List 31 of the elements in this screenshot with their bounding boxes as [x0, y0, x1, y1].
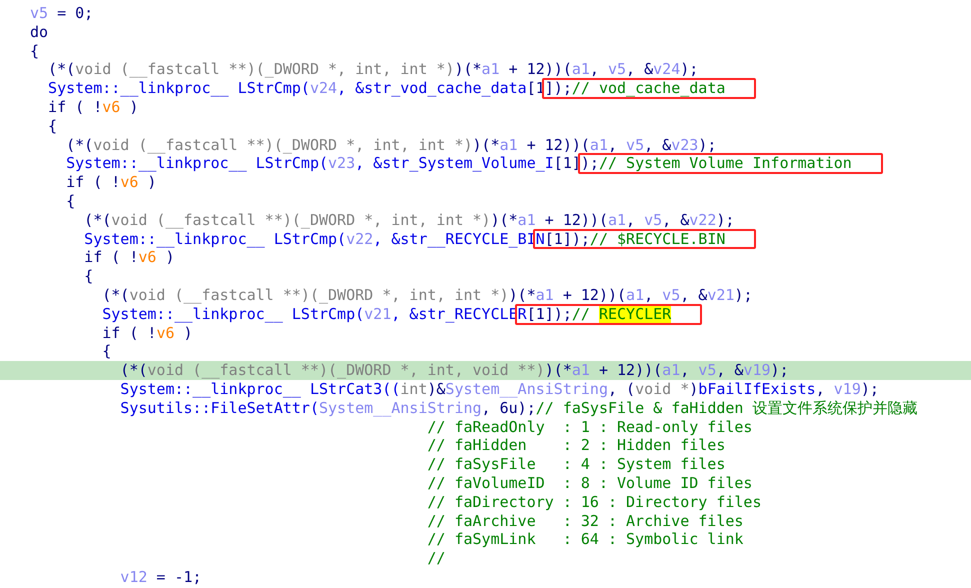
code-line: System::__linkproc__ LStrCmp(v21, &str_RECYCLE R[1]);// RECYCLER: [101, 304, 672, 323]
code-line: if ( !v6 ): [47, 98, 138, 116]
code-line: // faSymLink : 64 : Symbolic link: [426, 530, 744, 548]
code-line: v12 = -1;: [119, 568, 202, 586]
code-line: Sysutils::FileSetAttr(System__AnsiString, 6u);// faSysFile & faHidden 设置文件系统保护并隐藏: [119, 398, 918, 417]
code-line: do: [30, 22, 48, 41]
code-line: System::__linkproc__ LStrCmp(v24, &str_vod_cache_data[1]);// vod_cache_data: [47, 79, 726, 98]
code-line: // faSysFile : 4 : System files: [426, 455, 726, 474]
code-line: {: [83, 267, 94, 286]
code-line: (*(void (__fastcall **)(_DWORD *, int, int *))(*a1 + 12))(a1, v5, &v21);: [101, 286, 752, 304]
code-line: {: [47, 116, 58, 135]
code-line: System::__linkproc__ LStrCmp(v22, &str__RECYCLE_BI N[1]);// $RECYCLE.BIN: [83, 230, 726, 248]
code-line: {: [65, 192, 76, 210]
code-line: v5 = 0;: [30, 4, 94, 22]
code-line: //: [426, 549, 446, 568]
code-line: {: [101, 342, 112, 360]
code-line: // faVolumeID : 8 : Volume ID files: [426, 474, 752, 492]
code-line: (*(void (__fastcall **)(_DWORD *, int, int *))(*a1 + 12))(a1, v5, &v22);: [83, 210, 734, 229]
code-line: {: [30, 42, 40, 60]
code-line: System::__linkproc__ LStrCat3((int)&System__AnsiString, (void *)bFailIfExists, v19);: [119, 380, 879, 398]
code-line: if ( !v6 ): [101, 324, 193, 342]
code-line: (*(void (__fastcall **)(_DWORD *, int, void **))(*a1 + 12))(a1, v5, &v19);: [119, 361, 789, 380]
code-line: if ( !v6 ): [65, 173, 156, 192]
code-line: // faReadOnly : 1 : Read-only files: [426, 418, 752, 436]
code-line: (*(void (__fastcall **)(_DWORD *, int, int *))(*a1 + 12))(a1, v5, &v23);: [65, 136, 716, 154]
code-line: // faHidden : 2 : Hidden files: [426, 436, 726, 454]
code-line: (*(void (__fastcall **)(_DWORD *, int, int *))(*a1 + 12))(a1, v5, &v24);: [47, 60, 698, 78]
code-line: if ( !v6 ): [83, 248, 174, 266]
code-line: System::__linkproc__ LStrCmp(v23, &str_System_Volume_I[1]);// System Volume Information: [65, 154, 852, 172]
code-line: // faDirectory : 16 : Directory files: [426, 492, 762, 511]
code-line: // faArchive : 32 : Archive files: [426, 512, 744, 530]
